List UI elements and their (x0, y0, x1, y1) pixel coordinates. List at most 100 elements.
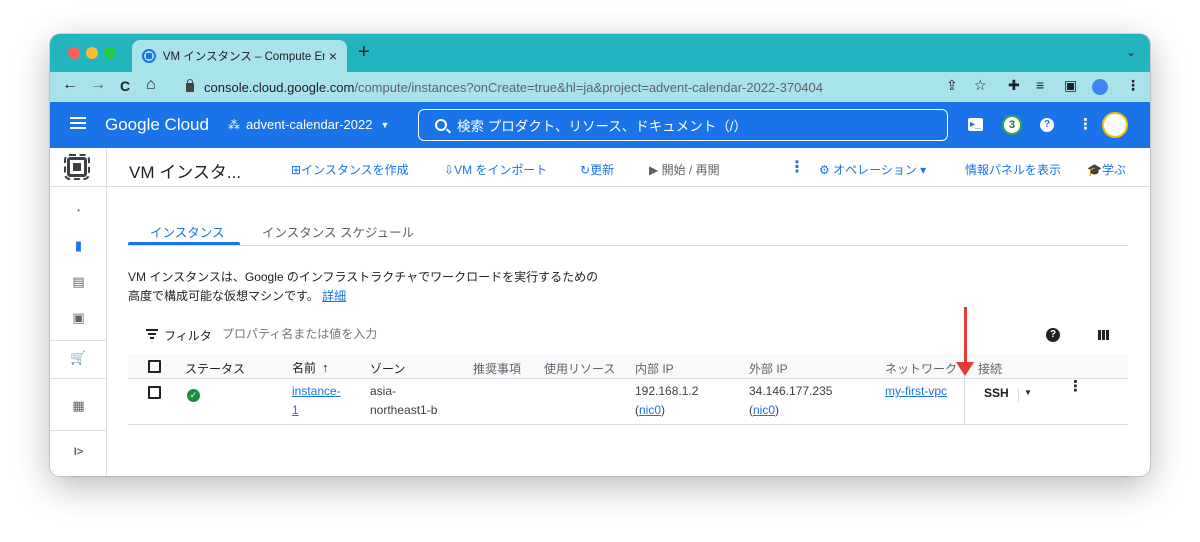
instance-name-line1: instance- (292, 384, 341, 398)
marketplace-cart-icon[interactable]: 🛒 (50, 350, 107, 366)
column-network[interactable]: ネットワーク (885, 360, 957, 377)
navigation-menu-icon[interactable] (70, 117, 86, 129)
annotation-arrow-shaft (964, 307, 967, 363)
column-name[interactable]: 名前 ↑ (292, 359, 329, 376)
notifications-badge[interactable]: 3 (1002, 115, 1022, 135)
select-all-checkbox[interactable] (148, 360, 161, 373)
help-icon[interactable]: ? (1046, 328, 1060, 342)
minimize-window-button[interactable] (86, 47, 98, 59)
vm-instances-icon[interactable]: ▮ (50, 238, 107, 254)
close-window-button[interactable] (68, 47, 80, 59)
cloud-shell-icon[interactable]: ▸_ (968, 118, 983, 131)
profile-avatar-icon[interactable] (1092, 79, 1108, 95)
row-actions-menu-icon[interactable]: ⋮ (1068, 379, 1083, 394)
table-header: ステータス 名前 ↑ ゾーン 推奨事項 使用リソース 内部 IP 外部 IP ネッ… (128, 354, 1128, 379)
learn-more-link[interactable]: 詳細 (322, 289, 346, 303)
internal-nic-link[interactable]: nic0 (639, 403, 661, 417)
ssh-options-caret-icon[interactable]: ▼ (1018, 388, 1032, 402)
filter-label: フィルタ (164, 329, 212, 343)
tab-title: VM インスタンス – Compute Engine (162, 51, 325, 63)
learn-button[interactable]: 🎓学ぶ (1087, 161, 1126, 178)
instance-templates-icon[interactable]: ▤ (50, 274, 107, 290)
caret-down-icon: ▼ (380, 119, 390, 130)
zone-line1: asia- (370, 384, 397, 398)
column-connect[interactable]: 接続 (978, 360, 1002, 377)
sub-tabs: インスタンス インスタンス スケジュール (128, 220, 1128, 246)
external-ip-cell: 34.146.177.235 (nic0) (749, 384, 833, 417)
forward-button[interactable]: → (90, 76, 106, 94)
column-internal-ip[interactable]: 内部 IP (635, 360, 674, 377)
refresh-button[interactable]: ↻更新 (580, 161, 614, 178)
release-notes-icon[interactable]: ▦ (50, 398, 107, 414)
instance-groups-icon[interactable]: ▣ (50, 310, 107, 326)
url-field[interactable]: console.cloud.google.com/compute/instanc… (172, 75, 972, 99)
expand-rail-icon[interactable]: I> (50, 446, 107, 458)
column-zone[interactable]: ゾーン (370, 360, 405, 377)
show-info-panel-button[interactable]: 情報パネルを表示 (965, 161, 1061, 178)
create-instance-button[interactable]: ⊞インスタンスを作成 (291, 161, 409, 178)
start-resume-button[interactable]: ▶ 開始 / 再開 (649, 161, 720, 178)
console-header: Google Cloud ⁂ advent-calendar-2022 ▼ 検索… (50, 102, 1150, 148)
page-toolbar: VM インスタ... ⊞インスタンスを作成 ⇩VM をインポート ↻更新 ▶ 開… (107, 148, 1150, 187)
zone-line2: northeast1-b (370, 403, 438, 417)
account-avatar[interactable] (1102, 112, 1128, 138)
table-row: ✓ instance- 1 asia- northeast1-b 192.168… (128, 379, 1128, 425)
row-checkbox[interactable] (148, 386, 161, 399)
compute-engine-favicon-icon (142, 49, 156, 63)
close-tab-icon[interactable]: × (329, 48, 337, 64)
browser-menu-icon[interactable]: ⋮ (1126, 77, 1140, 94)
column-status[interactable]: ステータス (185, 360, 245, 377)
project-selector[interactable]: ⁂ advent-calendar-2022 ▼ (228, 117, 389, 132)
column-recommendation[interactable]: 推奨事項 (473, 360, 521, 377)
filter-input[interactable] (222, 327, 522, 341)
project-icon: ⁂ (228, 117, 240, 132)
new-tab-button[interactable]: + (358, 41, 370, 64)
extensions-icon[interactable]: ✚ (1008, 77, 1020, 94)
page-description: VM インスタンスは、Google のインフラストラクチャでワークロードを実行す… (128, 268, 598, 306)
google-cloud-logo[interactable]: Google Cloud (105, 115, 209, 135)
browser-tab[interactable]: VM インスタンス – Compute Engine × (132, 40, 347, 72)
side-panel-icon[interactable]: ▣ (1064, 77, 1077, 94)
search-icon (435, 119, 447, 131)
reload-button[interactable]: C (120, 78, 130, 94)
external-nic-link[interactable]: nic0 (753, 403, 775, 417)
import-vm-button[interactable]: ⇩VM をインポート (444, 161, 547, 178)
rail-divider (50, 186, 107, 187)
page-title: VM インスタ... (129, 163, 242, 182)
compute-engine-icon[interactable] (64, 154, 90, 180)
ssh-button[interactable]: SSH (984, 386, 1009, 400)
url-host: console.cloud.google.com (204, 79, 355, 95)
rail-divider (50, 340, 107, 341)
column-name-label: 名前 (292, 361, 317, 375)
create-instance-icon: ⊞ (291, 163, 302, 177)
network-link[interactable]: my-first-vpc (885, 384, 947, 398)
more-options-icon[interactable]: ⋮ (1078, 115, 1093, 133)
tab-search-button[interactable]: ⌄ (1126, 45, 1136, 59)
share-icon[interactable]: ⇪ (946, 77, 958, 94)
column-in-use-by[interactable]: 使用リソース (544, 360, 615, 377)
bookmark-star-icon[interactable]: ☆ (974, 77, 987, 94)
tab-instance-schedules[interactable]: インスタンス スケジュール (262, 222, 414, 241)
search-placeholder: 検索 プロダクト、リソース、ドキュメント（/） (457, 119, 748, 134)
tab-instances[interactable]: インスタンス (150, 222, 225, 241)
search-input[interactable]: 検索 プロダクト、リソース、ドキュメント（/） (418, 109, 948, 141)
reading-list-icon[interactable]: ≡ (1036, 77, 1044, 93)
maximize-window-button[interactable] (104, 47, 116, 59)
column-divider (964, 379, 965, 425)
operations-menu[interactable]: ⚙ オペレーション ▾ (819, 161, 926, 178)
column-external-ip[interactable]: 外部 IP (749, 360, 788, 377)
refresh-label: 更新 (590, 163, 615, 177)
download-icon: ⇩ (444, 163, 455, 177)
instance-name-link[interactable]: instance- 1 (292, 382, 341, 420)
column-display-options-icon[interactable] (1098, 330, 1109, 340)
help-icon[interactable]: ? (1040, 118, 1054, 132)
description-line-2: 高度で構成可能な仮想マシンです。 (128, 289, 319, 303)
home-button[interactable]: ⌂ (146, 76, 156, 94)
back-button[interactable]: ← (62, 76, 78, 94)
refresh-icon: ↻ (580, 163, 591, 177)
rail-divider (50, 430, 107, 431)
more-actions-icon[interactable]: ⋮ (789, 157, 805, 177)
external-ip-value: 34.146.177.235 (749, 384, 833, 398)
network-cell: my-first-vpc (885, 382, 947, 401)
zone-cell: asia- northeast1-b (370, 382, 437, 420)
